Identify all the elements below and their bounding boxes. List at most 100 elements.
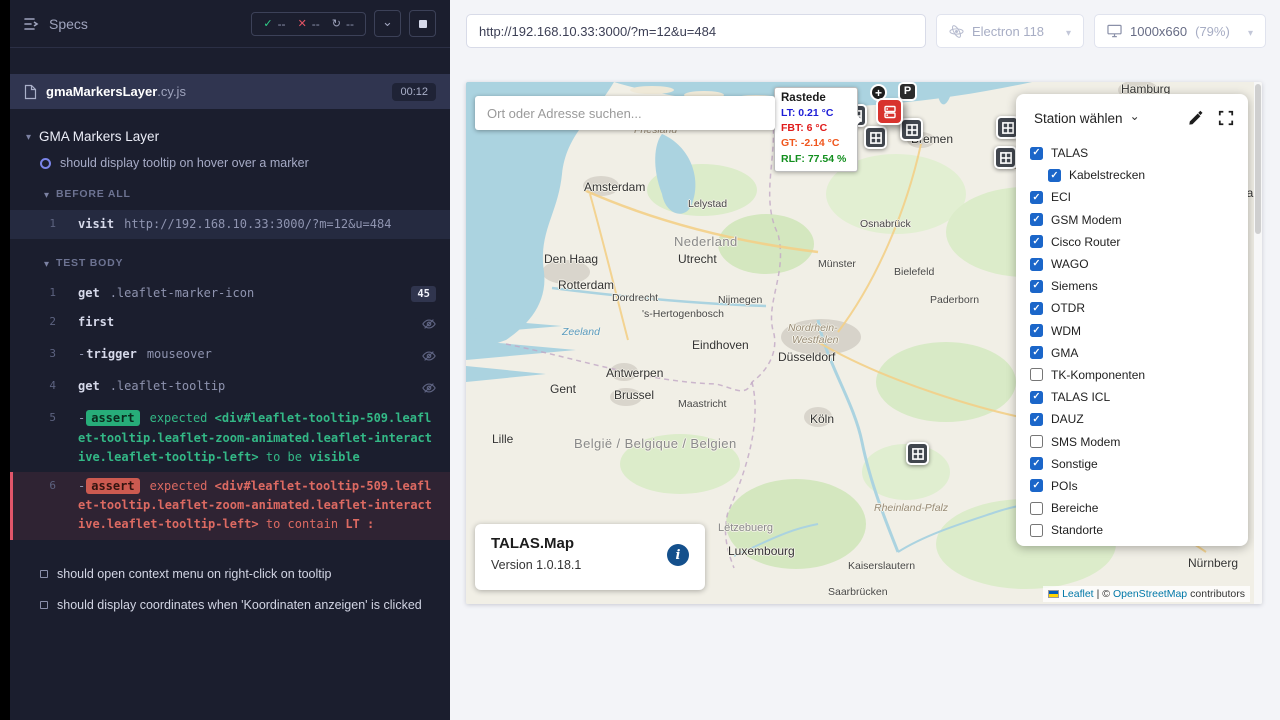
- station-item[interactable]: Siemens: [1030, 275, 1234, 297]
- test-item-pending[interactable]: should open context menu on right-click …: [10, 567, 450, 581]
- checkbox[interactable]: [1030, 368, 1043, 381]
- test-body-header[interactable]: TEST BODY: [10, 254, 450, 272]
- command-row[interactable]: 2first: [10, 308, 450, 340]
- station-item-label: Kabelstrecken: [1069, 168, 1145, 182]
- station-item-label: POIs: [1051, 479, 1078, 493]
- command-number: 5: [10, 409, 56, 427]
- pending-test-icon: [40, 570, 48, 578]
- station-item[interactable]: WDM: [1030, 320, 1234, 342]
- checkbox[interactable]: [1030, 413, 1043, 426]
- station-item[interactable]: DAUZ: [1030, 408, 1234, 430]
- checkbox[interactable]: [1030, 346, 1043, 359]
- command-row[interactable]: 1visithttp://192.168.10.33:3000/?m=12&u=…: [10, 210, 450, 239]
- app-scrollbar[interactable]: [1254, 82, 1262, 604]
- collapse-panel-button[interactable]: [374, 10, 401, 37]
- station-item[interactable]: OTDR: [1030, 297, 1234, 319]
- station-item[interactable]: TK-Komponenten: [1030, 364, 1234, 386]
- spec-name: gmaMarkersLayer: [46, 84, 157, 99]
- station-item[interactable]: Kabelstrecken: [1048, 164, 1234, 186]
- red-device-marker[interactable]: [876, 98, 903, 125]
- eye-slash-icon: [422, 316, 436, 335]
- map-search-input[interactable]: [475, 96, 775, 130]
- command-row[interactable]: 4get.leaflet-tooltip: [10, 372, 450, 404]
- test-item-pending[interactable]: should display coordinates when 'Koordin…: [10, 598, 450, 612]
- checkbox[interactable]: [1030, 191, 1043, 204]
- station-item[interactable]: Bereiche: [1030, 497, 1234, 519]
- checkbox[interactable]: [1030, 457, 1043, 470]
- station-item[interactable]: Standorte: [1030, 519, 1234, 541]
- passed-icon: [263, 17, 272, 30]
- station-item-label: GSM Modem: [1051, 213, 1122, 227]
- station-item-label: WDM: [1051, 324, 1081, 338]
- talas-marker[interactable]: [994, 146, 1017, 169]
- browser-selector[interactable]: Electron 118: [936, 14, 1084, 48]
- checkbox[interactable]: [1030, 435, 1043, 448]
- station-item[interactable]: TALAS: [1030, 142, 1234, 164]
- tooltip-line: FBT: 6 °C: [781, 121, 851, 136]
- command-content: first: [78, 313, 414, 332]
- edit-icon[interactable]: [1188, 110, 1204, 126]
- station-item[interactable]: Cisco Router: [1030, 231, 1234, 253]
- info-icon[interactable]: i: [667, 544, 689, 566]
- marker-tooltip[interactable]: Rastede LT: 0.21 °CFBT: 6 °CGT: -2.14 °C…: [774, 87, 858, 172]
- station-item-label: WAGO: [1051, 257, 1089, 271]
- stop-run-button[interactable]: [409, 10, 436, 37]
- map-viewport[interactable]: HamburgBremenGroningenFrieslandNiedersac…: [466, 82, 1262, 604]
- station-item[interactable]: WAGO: [1030, 253, 1234, 275]
- station-dropdown[interactable]: Station wählen: [1034, 111, 1123, 126]
- checkbox[interactable]: [1030, 147, 1043, 160]
- checkbox[interactable]: [1030, 324, 1043, 337]
- station-item[interactable]: ECI: [1030, 186, 1234, 208]
- station-item-label: Siemens: [1051, 279, 1098, 293]
- checkbox[interactable]: [1030, 280, 1043, 293]
- command-row[interactable]: 1get.leaflet-marker-icon45: [10, 279, 450, 308]
- checkbox[interactable]: [1030, 302, 1043, 315]
- command-row[interactable]: 5-assertexpected <div#leaflet-tooltip-50…: [10, 404, 450, 472]
- eye-slash-icon: [422, 380, 436, 399]
- chevron-down-icon: [1248, 24, 1253, 39]
- chevron-down-icon[interactable]: [1130, 109, 1140, 127]
- eye-slash-icon: [422, 348, 436, 367]
- command-row[interactable]: 3-triggermouseover: [10, 340, 450, 372]
- openstreetmap-link[interactable]: OpenStreetMap: [1113, 588, 1187, 600]
- checkbox[interactable]: [1030, 502, 1043, 515]
- checkbox[interactable]: [1030, 391, 1043, 404]
- test-title: should display coordinates when 'Koordin…: [57, 598, 422, 612]
- pin-p-marker[interactable]: P: [898, 82, 917, 101]
- scrollbar-thumb[interactable]: [1255, 84, 1261, 234]
- fullscreen-icon[interactable]: [1218, 110, 1234, 126]
- station-item-label: TALAS: [1051, 146, 1088, 160]
- viewport-selector[interactable]: 1000x660 (79%): [1094, 14, 1266, 48]
- station-item[interactable]: Sonstige: [1030, 453, 1234, 475]
- checkbox[interactable]: [1030, 213, 1043, 226]
- talas-marker[interactable]: [900, 118, 923, 141]
- suite-header[interactable]: GMA Markers Layer: [10, 127, 450, 145]
- specs-title: Specs: [49, 16, 88, 32]
- test-item-running[interactable]: should display tooltip on hover over a m…: [10, 156, 450, 170]
- station-item[interactable]: TALAS ICL: [1030, 386, 1234, 408]
- station-item[interactable]: GSM Modem: [1030, 209, 1234, 231]
- tooltip-title: Rastede: [781, 92, 851, 104]
- spec-header[interactable]: gmaMarkersLayer.cy.js 00:12: [10, 74, 450, 109]
- command-message: http://192.168.10.33:3000/?m=12&u=484: [124, 217, 391, 231]
- leaflet-link[interactable]: Leaflet: [1062, 588, 1094, 600]
- url-input[interactable]: [466, 14, 926, 48]
- checkbox[interactable]: [1030, 235, 1043, 248]
- checkbox[interactable]: [1030, 524, 1043, 537]
- specs-menu-icon[interactable]: [24, 17, 40, 31]
- station-item[interactable]: SMS Modem: [1030, 430, 1234, 452]
- station-item[interactable]: GMA: [1030, 342, 1234, 364]
- checkbox[interactable]: [1030, 479, 1043, 492]
- before-all-header[interactable]: BEFORE ALL: [10, 185, 450, 203]
- chevron-down-icon: [44, 185, 49, 203]
- test-body-commands: 1get.leaflet-marker-icon452first3-trigge…: [10, 279, 450, 539]
- checkbox[interactable]: [1048, 169, 1061, 182]
- passed-count: --: [278, 17, 286, 31]
- talas-marker[interactable]: [864, 126, 887, 149]
- app-preview: Electron 118 1000x660 (79%): [450, 0, 1280, 720]
- command-row[interactable]: 6-assertexpected <div#leaflet-tooltip-50…: [10, 472, 450, 540]
- checkbox[interactable]: [1030, 258, 1043, 271]
- station-item[interactable]: POIs: [1030, 475, 1234, 497]
- talas-marker[interactable]: [906, 442, 929, 465]
- spec-file-icon: [24, 84, 37, 100]
